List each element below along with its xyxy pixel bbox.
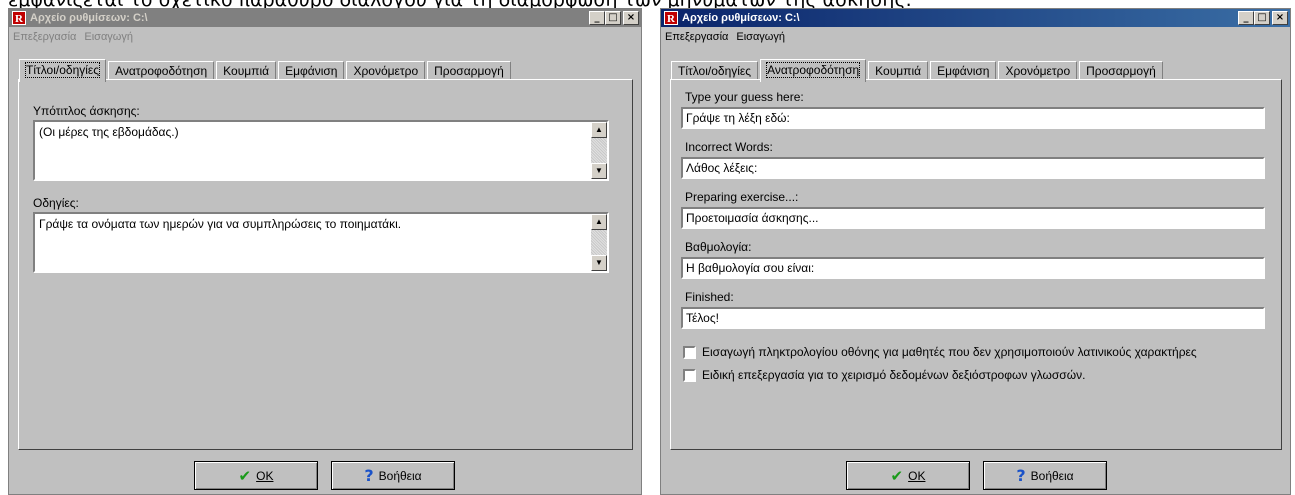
menu-bar: Επεξεργασία Εισαγωγή: [9, 28, 641, 46]
tab-timer[interactable]: Χρονόμετρο: [998, 61, 1078, 81]
tab-label: Ανατροφοδότηση: [115, 64, 208, 78]
tab-label: Τίτλοι/οδηγίες: [678, 64, 752, 78]
rtl-languages-checkbox-row[interactable]: Ειδική επεξεργασία για το χειρισμό δεδομ…: [683, 368, 1085, 382]
tab-customize[interactable]: Προσαρμογή: [427, 61, 511, 81]
ok-button[interactable]: ✔ OK: [194, 461, 318, 490]
vertical-scrollbar[interactable]: ▲ ▼: [591, 122, 607, 179]
menu-edit[interactable]: Επεξεργασία: [13, 31, 76, 43]
tab-label: Εμφάνιση: [285, 64, 338, 78]
guess-input[interactable]: Γράψε τη λέξη εδώ:: [681, 107, 1265, 129]
question-icon: ?: [364, 466, 374, 485]
maximize-button[interactable]: □: [605, 11, 621, 25]
maximize-button[interactable]: □: [1254, 11, 1270, 25]
incorrect-words-label: Incorrect Words:: [685, 140, 773, 154]
settings-window-inactive: R Αρχείο ρυθμίσεων: C:\ _ □ × Επεξεργασί…: [8, 8, 642, 495]
tab-label: Εμφάνιση: [937, 64, 990, 78]
document-caption: εμφανίζεται το σχετικό παράθυρο διαλόγου…: [0, 0, 1295, 8]
tab-customize[interactable]: Προσαρμογή: [1079, 61, 1163, 81]
instructions-label: Οδηγίες:: [33, 196, 79, 210]
help-label: Βοήθεια: [378, 468, 422, 483]
tab-appearance[interactable]: Εμφάνιση: [278, 61, 345, 81]
minimize-button[interactable]: _: [1238, 11, 1254, 25]
check-icon: ✔: [890, 467, 904, 485]
score-input[interactable]: Η βαθμολογία σου είναι:: [681, 257, 1265, 279]
tab-label: Προσαρμογή: [1086, 64, 1156, 78]
menu-bar: Επεξεργασία Εισαγωγή: [661, 28, 1290, 46]
settings-window-active: R Αρχείο ρυθμίσεων: C:\ _ □ × Επεξεργασί…: [660, 8, 1291, 495]
score-label: Βαθμολογία:: [685, 240, 752, 254]
help-label: Βοήθεια: [1030, 468, 1074, 483]
finished-label: Finished:: [685, 290, 734, 304]
subtitle-textarea[interactable]: (Οι μέρες της εβδομάδας.) ▲ ▼: [33, 120, 609, 181]
close-button[interactable]: ×: [1272, 11, 1288, 25]
rtl-languages-label: Ειδική επεξεργασία για το χειρισμό δεδομ…: [702, 368, 1086, 382]
vertical-scrollbar[interactable]: ▲ ▼: [591, 214, 607, 271]
tab-appearance[interactable]: Εμφάνιση: [930, 61, 997, 81]
question-icon: ?: [1016, 466, 1026, 485]
close-button[interactable]: ×: [623, 11, 639, 25]
minimize-button[interactable]: _: [589, 11, 605, 25]
tab-label: Κουμπιά: [223, 64, 270, 78]
onscreen-keyboard-checkbox-row[interactable]: Εισαγωγή πληκτρολογίου οθόνης για μαθητέ…: [683, 345, 1197, 359]
tab-label: Προσαρμογή: [434, 64, 504, 78]
incorrect-words-input[interactable]: Λάθος λέξεις:: [681, 157, 1265, 179]
scroll-up-icon[interactable]: ▲: [591, 214, 607, 230]
help-button[interactable]: ? Βοήθεια: [983, 461, 1107, 490]
subtitle-label: Υπότιτλος άσκησης:: [33, 104, 140, 118]
menu-insert[interactable]: Εισαγωγή: [736, 31, 785, 43]
tab-titles-instructions[interactable]: Τίτλοι/οδηγίες: [19, 59, 107, 82]
tab-strip: Τίτλοι/οδηγίες Ανατροφοδότηση Κουμπιά Εμ…: [19, 57, 513, 82]
subtitle-value: (Οι μέρες της εβδομάδας.): [39, 125, 179, 139]
tab-label: Ανατροφοδότηση: [766, 62, 861, 78]
finished-input[interactable]: Τέλος!: [681, 307, 1265, 329]
tab-feedback[interactable]: Ανατροφοδότηση: [760, 59, 867, 82]
app-logo-icon: R: [12, 11, 26, 25]
ok-label: OK: [908, 468, 926, 483]
title-bar[interactable]: R Αρχείο ρυθμίσεων: C:\ _ □ ×: [9, 9, 641, 27]
tab-feedback[interactable]: Ανατροφοδότηση: [108, 61, 215, 81]
tab-timer[interactable]: Χρονόμετρο: [346, 61, 426, 81]
tab-strip: Τίτλοι/οδηγίες Ανατροφοδότηση Κουμπιά Εμ…: [671, 57, 1165, 82]
ok-button[interactable]: ✔ OK: [846, 461, 970, 490]
scroll-down-icon[interactable]: ▼: [591, 163, 607, 179]
preparing-label: Preparing exercise...:: [685, 190, 799, 204]
window-title: Αρχείο ρυθμίσεων: C:\: [682, 12, 800, 24]
instructions-textarea[interactable]: Γράψε τα ονόματα των ημερών για να συμπλ…: [33, 212, 609, 273]
tab-titles-instructions[interactable]: Τίτλοι/οδηγίες: [671, 61, 759, 81]
scroll-up-icon[interactable]: ▲: [591, 122, 607, 138]
tab-label: Κουμπιά: [875, 64, 922, 78]
rtl-languages-checkbox[interactable]: [683, 368, 696, 382]
help-button[interactable]: ? Βοήθεια: [331, 461, 455, 490]
tab-panel: Υπότιτλος άσκησης: (Οι μέρες της εβδομάδ…: [18, 79, 633, 450]
guess-label: Type your guess here:: [685, 90, 804, 104]
onscreen-keyboard-checkbox[interactable]: [683, 345, 696, 359]
check-icon: ✔: [238, 467, 252, 485]
window-controls: _ □ ×: [589, 11, 639, 25]
tab-label: Χρονόμετρο: [353, 64, 419, 78]
menu-insert[interactable]: Εισαγωγή: [84, 31, 133, 43]
caption-text: εμφανίζεται το σχετικό παράθυρο διαλόγου…: [8, 0, 912, 8]
tab-buttons[interactable]: Κουμπιά: [868, 61, 929, 81]
preparing-input[interactable]: Προετοιμασία άσκησης...: [681, 207, 1265, 229]
tab-panel: Type your guess here: Γράψε τη λέξη εδώ:…: [670, 79, 1282, 450]
window-controls: _ □ ×: [1238, 11, 1288, 25]
instructions-value: Γράψε τα ονόματα των ημερών για να συμπλ…: [39, 217, 402, 231]
tab-buttons[interactable]: Κουμπιά: [216, 61, 277, 81]
tab-label: Τίτλοι/οδηγίες: [24, 62, 101, 78]
app-logo-icon: R: [664, 11, 678, 25]
title-bar[interactable]: R Αρχείο ρυθμίσεων: C:\ _ □ ×: [661, 9, 1290, 27]
onscreen-keyboard-label: Εισαγωγή πληκτρολογίου οθόνης για μαθητέ…: [702, 345, 1197, 359]
window-title: Αρχείο ρυθμίσεων: C:\: [30, 12, 148, 24]
tab-label: Χρονόμετρο: [1005, 64, 1071, 78]
menu-edit[interactable]: Επεξεργασία: [665, 31, 728, 43]
scroll-down-icon[interactable]: ▼: [591, 255, 607, 271]
ok-label: OK: [256, 468, 274, 483]
